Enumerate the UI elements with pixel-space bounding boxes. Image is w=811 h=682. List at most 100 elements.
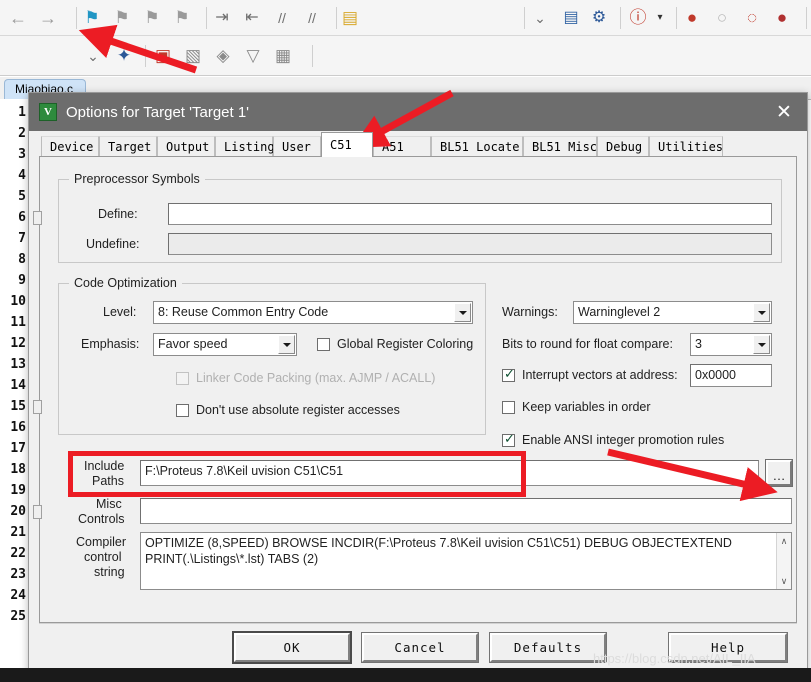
bookmark-next-icon[interactable]: ⚑: [141, 7, 163, 29]
breakpoint-disable-icon[interactable]: ○: [711, 7, 733, 29]
line-number: 5: [18, 189, 26, 204]
dropdown-target-icon[interactable]: ⌄: [82, 45, 104, 67]
tab-bl51-locate[interactable]: BL51 Locate: [431, 136, 523, 157]
bits-to-round-combo[interactable]: 3: [690, 333, 772, 356]
warnings-combo[interactable]: Warninglevel 2: [573, 301, 772, 324]
bottom-status-strip: [0, 668, 811, 682]
project-components-icon[interactable]: ▣: [152, 45, 174, 67]
chevron-down-icon[interactable]: [753, 335, 770, 354]
multi-project-icon[interactable]: ▧: [182, 45, 204, 67]
code-optimization-label: Code Optimization: [69, 276, 182, 290]
keep-variables-in-order-label: Keep variables in order: [522, 400, 651, 414]
global-register-coloring-checkbox[interactable]: [317, 338, 330, 351]
dialog-title: Options for Target 'Target 1': [66, 103, 250, 121]
interrupt-vectors-checkbox[interactable]: ✓: [502, 367, 515, 382]
compiler-control-string-label-line1: Compiler: [76, 535, 127, 549]
code-fold-marker[interactable]: [33, 400, 42, 414]
toolbar-separator: [206, 7, 207, 29]
line-number: 16: [10, 420, 26, 435]
ok-button[interactable]: OK: [232, 631, 352, 664]
build-wizard-icon[interactable]: ✦: [113, 45, 135, 67]
breakpoint-disable-all-icon[interactable]: ◌: [741, 7, 763, 29]
tab-utilities[interactable]: Utilities: [649, 136, 723, 157]
comment-lines-icon[interactable]: //: [271, 7, 293, 29]
line-number: 2: [18, 126, 26, 141]
cancel-button[interactable]: Cancel: [361, 632, 479, 663]
line-number: 19: [10, 483, 26, 498]
tab-device[interactable]: Device: [41, 136, 99, 157]
tab-debug[interactable]: Debug: [597, 136, 649, 157]
chevron-down-icon[interactable]: [753, 303, 770, 322]
compiler-control-string-textarea[interactable]: OPTIMIZE (8,SPEED) BROWSE INCDIR(F:\Prot…: [140, 532, 792, 590]
breakpoint-insert-icon[interactable]: ●: [681, 7, 703, 29]
find-in-files-icon[interactable]: ⓘ: [627, 7, 649, 29]
emphasis-combo[interactable]: Favor speed: [153, 333, 297, 356]
tab-bl51-misc[interactable]: BL51 Misc: [523, 136, 597, 157]
tab-user[interactable]: User: [273, 136, 321, 157]
breakpoint-kill-all-icon[interactable]: ●: [771, 7, 793, 29]
tab-c51[interactable]: C51: [321, 132, 373, 157]
bookmark-prev-icon[interactable]: ⚑: [111, 7, 133, 29]
close-icon[interactable]: ✕: [761, 93, 807, 131]
translate-icon[interactable]: ▽: [242, 45, 264, 67]
line-number-gutter: 1 2 3 4 5 6 7 8 9 10 11 12 13 14 15 16 17 18 19 20 21 22 23 24 2…: [0, 99, 30, 668]
bookmark-clear-icon[interactable]: ⚑: [171, 7, 193, 29]
uncomment-lines-icon[interactable]: //: [301, 7, 323, 29]
chevron-down-icon[interactable]: [454, 303, 471, 322]
line-number: 22: [10, 546, 26, 561]
dont-use-absolute-register-label: Don't use absolute register accesses: [196, 403, 400, 417]
misc-controls-input[interactable]: [140, 498, 792, 524]
keep-variables-in-order-checkbox[interactable]: [502, 401, 515, 414]
include-paths-browse-button[interactable]: …: [765, 459, 793, 487]
toolbar-separator: [524, 7, 525, 29]
defaults-button[interactable]: Defaults: [489, 632, 607, 663]
find-dropdown-caret-icon[interactable]: ▾: [649, 7, 671, 29]
compiler-string-scrollbar[interactable]: ∧ ∨: [776, 533, 791, 589]
tab-target[interactable]: Target: [99, 136, 157, 157]
line-number: 9: [18, 273, 26, 288]
chevron-down-icon[interactable]: ∨: [777, 574, 791, 588]
toolbar-separator: [676, 7, 677, 29]
rebuild-all-icon[interactable]: ▦: [272, 45, 294, 67]
optimization-level-combo[interactable]: 8: Reuse Common Entry Code: [153, 301, 473, 324]
interrupt-vectors-address-input[interactable]: 0x0000: [690, 364, 772, 387]
toolbar-second: ⌄ ✦ ▣ ▧ ◈ ▽ ▦: [0, 36, 811, 76]
code-fold-marker[interactable]: [33, 505, 42, 519]
line-number: 18: [10, 462, 26, 477]
nav-back-icon[interactable]: ←: [7, 7, 29, 29]
watermark-text: https://blog.csdn.net/AIL_IIA: [593, 651, 756, 666]
batch-build-icon[interactable]: ◈: [212, 45, 234, 67]
enable-ansi-promotion-checkbox[interactable]: ✓: [502, 432, 515, 447]
indent-decrease-icon[interactable]: ⇤: [241, 7, 263, 29]
target-options-icon[interactable]: ▤: [560, 7, 582, 29]
tab-a51[interactable]: A51: [373, 136, 431, 157]
tab-output[interactable]: Output: [157, 136, 215, 157]
nav-forward-icon[interactable]: →: [37, 7, 59, 29]
checkmark-icon: ✓: [504, 367, 515, 382]
dropdown-blank-icon[interactable]: ⌄: [529, 7, 551, 29]
undefine-label: Undefine:: [86, 237, 140, 251]
checkmark-icon: ✓: [504, 432, 515, 447]
undefine-input[interactable]: [168, 233, 772, 255]
manage-components-icon[interactable]: ⚙: [588, 7, 610, 29]
define-label: Define:: [98, 207, 138, 221]
chevron-down-icon[interactable]: [278, 335, 295, 354]
line-number: 23: [10, 567, 26, 582]
open-file-icon[interactable]: ▤: [339, 7, 361, 29]
compiler-control-string-value: OPTIMIZE (8,SPEED) BROWSE INCDIR(F:\Prot…: [145, 536, 732, 566]
optimization-level-value: 8: Reuse Common Entry Code: [158, 305, 329, 319]
chevron-up-icon[interactable]: ∧: [777, 534, 791, 548]
dont-use-absolute-register-checkbox[interactable]: [176, 404, 189, 417]
define-input[interactable]: [168, 203, 772, 225]
bookmark-toggle-icon[interactable]: ⚑: [81, 7, 103, 29]
dialog-body: Preprocessor Symbols Define: Undefine: C…: [39, 157, 797, 623]
misc-controls-label-line2: Controls: [78, 512, 125, 526]
line-number: 3: [18, 147, 26, 162]
line-number: 7: [18, 231, 26, 246]
linker-code-packing-label: Linker Code Packing (max. AJMP / ACALL): [196, 371, 436, 385]
code-fold-marker[interactable]: [33, 211, 42, 225]
indent-increase-icon[interactable]: ⇥: [211, 7, 233, 29]
dialog-titlebar: V Options for Target 'Target 1' ✕: [29, 93, 807, 131]
bits-to-round-label: Bits to round for float compare:: [502, 337, 673, 351]
tab-listing[interactable]: Listing: [215, 136, 275, 157]
